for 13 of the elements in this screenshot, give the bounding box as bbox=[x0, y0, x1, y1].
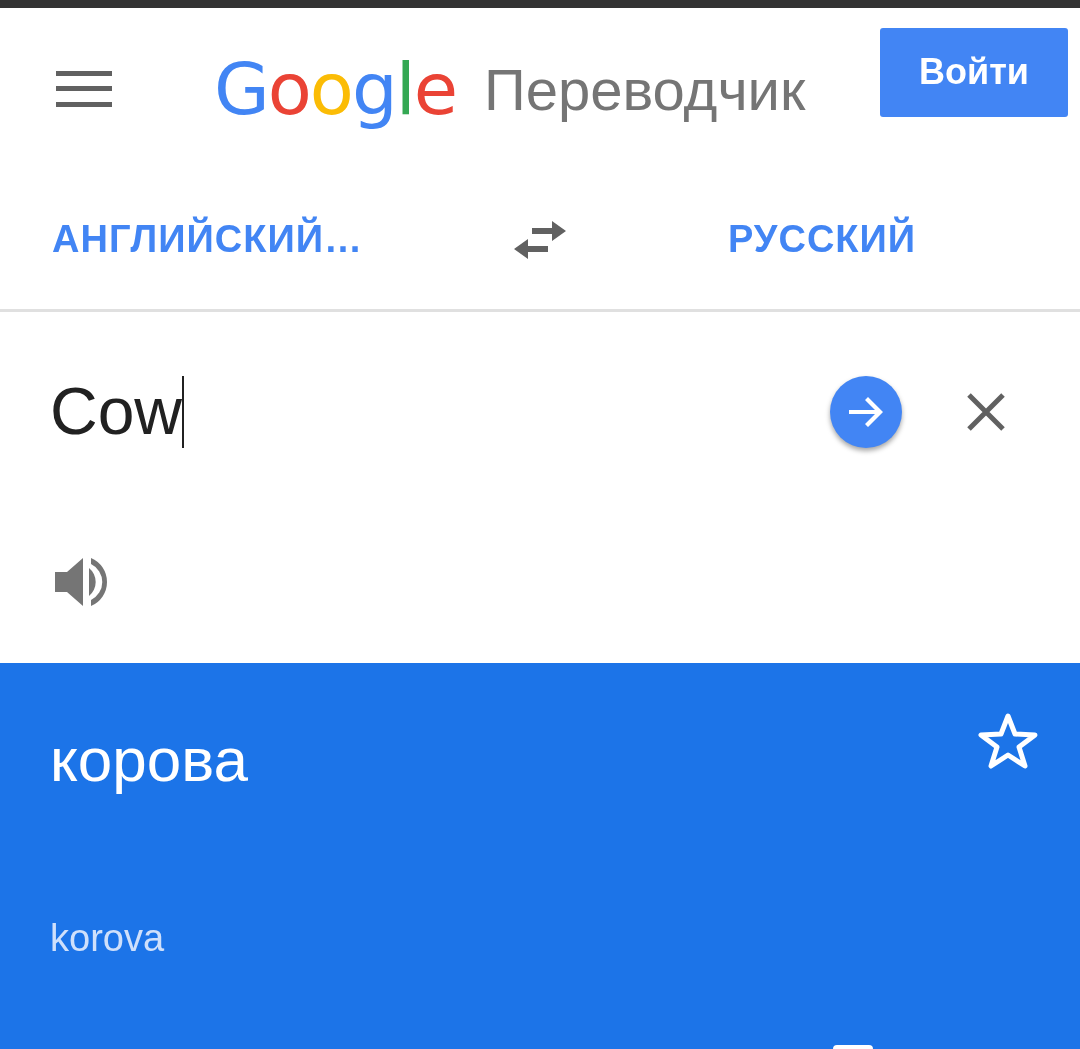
star-icon[interactable] bbox=[978, 713, 1038, 769]
target-language-button[interactable]: РУССКИЙ bbox=[728, 211, 917, 268]
google-logo: Google bbox=[214, 46, 456, 133]
transliteration-text: korova bbox=[50, 916, 165, 961]
source-text-field[interactable]: Cow bbox=[50, 362, 183, 461]
translate-button[interactable] bbox=[830, 375, 903, 448]
menu-icon[interactable] bbox=[56, 71, 112, 107]
swap-icon[interactable] bbox=[512, 218, 568, 261]
translation-text: корова bbox=[50, 724, 248, 796]
close-icon[interactable] bbox=[966, 391, 1007, 432]
source-language-button[interactable]: АНГЛИЙСКИЙ… bbox=[52, 211, 364, 268]
product-name: Переводчик bbox=[483, 55, 806, 124]
sign-in-button[interactable]: Войти bbox=[880, 27, 1068, 117]
